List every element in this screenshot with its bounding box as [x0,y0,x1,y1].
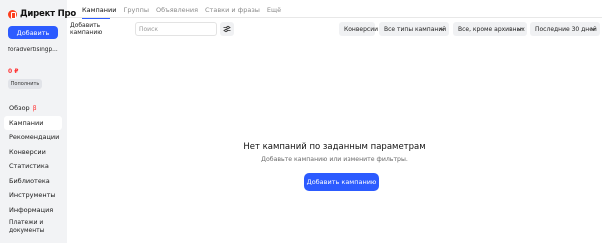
empty-state-subtitle: Добавьте кампанию или измените фильтры. [261,156,408,163]
sidebar-item-recommendations[interactable]: Рекомендации [4,130,62,145]
sidebar-item-campaigns[interactable]: Кампании [4,115,62,130]
chevron-down-icon [517,27,523,31]
period-dropdown[interactable]: Последние 30 дней [530,22,600,36]
sidebar-nav: Обзор β Кампании Рекомендации Конверсии … [4,101,62,237]
sidebar-item-statistics[interactable]: Статистика [4,159,62,174]
tab-more[interactable]: Ещё [267,6,281,17]
campaign-types-dropdown[interactable]: Все типы кампаний [379,22,449,36]
sidebar-item-label: Обзор [9,104,30,113]
conversions-dropdown[interactable]: Конверсии [339,22,378,36]
tabs: Кампании Группы Объявления Ставки и фраз… [82,6,281,17]
tab-groups[interactable]: Группы [123,6,149,17]
empty-state-title: Нет кампаний по заданным параметрам [243,142,426,152]
dropdown-label: Конверсии [344,25,378,33]
sidebar-item-overview[interactable]: Обзор β [4,101,62,116]
sidebar: Директ Про Добавить foradvertisingp... 0… [0,0,76,243]
sidebar-item-conversions[interactable]: Конверсии [4,145,62,160]
toolbar: Добавить кампанию Поиск Конверсии Все ти… [67,21,602,37]
chevron-down-icon [590,27,596,31]
sidebar-item-info[interactable]: Информация [4,203,62,218]
yandex-logo-icon [8,9,17,19]
empty-state: Нет кампаний по заданным параметрам Доба… [67,142,602,163]
sidebar-item-label: Статистика [9,162,49,171]
tab-campaigns[interactable]: Кампании [82,6,116,17]
sidebar-item-label: Инструменты [9,191,56,200]
sidebar-item-label: Платежи и документы [9,219,45,234]
search-input[interactable]: Поиск [135,22,217,36]
add-button[interactable]: Добавить [8,26,58,39]
logo[interactable]: Директ Про [8,8,76,20]
sidebar-item-label: Библиотека [9,176,50,185]
divider [67,17,602,18]
add-campaign-main-button[interactable]: Добавить кампанию [304,173,379,191]
dropdown-label: Все, кроме архивных [458,25,525,33]
add-campaign-button[interactable]: Добавить кампанию [70,22,133,36]
beta-badge: β [32,104,37,112]
dropdown-label: Последние 30 дней [535,25,597,33]
status-dropdown[interactable]: Все, кроме архивных [453,22,527,36]
balance: 0 ₽ [8,68,19,75]
sidebar-item-payments[interactable]: Платежи и документы [4,217,62,237]
sidebar-item-label: Информация [9,205,54,214]
sidebar-item-label: Кампании [9,118,44,127]
sidebar-item-tools[interactable]: Инструменты [4,188,62,203]
topup-button[interactable]: Пополнить [8,79,42,89]
sidebar-item-label: Рекомендации [9,133,60,142]
account-name[interactable]: foradvertisingp... [8,47,65,53]
filter-settings-icon[interactable] [220,22,234,36]
tab-bids[interactable]: Ставки и фразы [205,6,260,17]
tab-ads[interactable]: Объявления [156,6,198,17]
sidebar-item-library[interactable]: Библиотека [4,174,62,189]
chevron-down-icon [439,27,445,31]
dropdown-label: Все типы кампаний [384,25,447,33]
sidebar-item-label: Конверсии [9,147,46,156]
